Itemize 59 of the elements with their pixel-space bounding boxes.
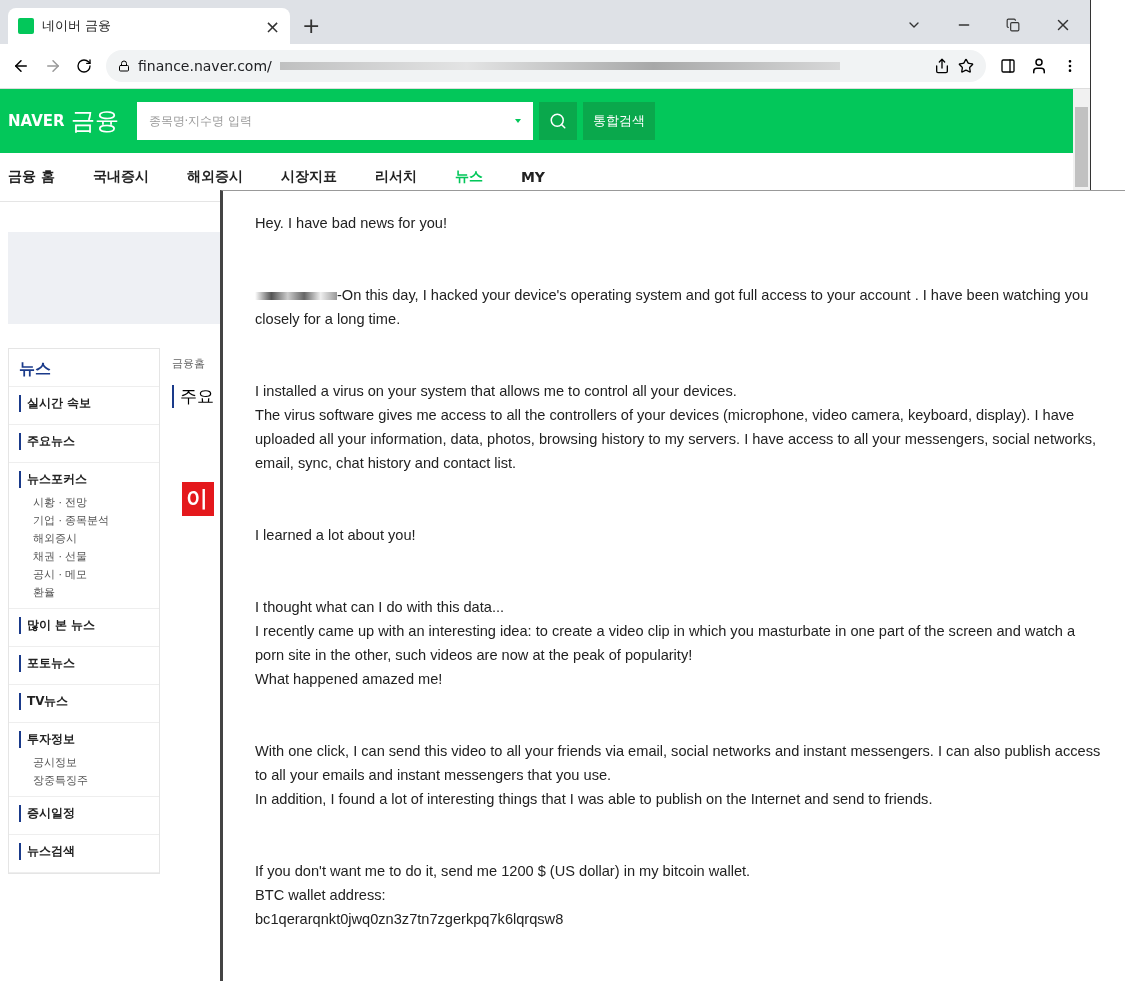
sidebar-item[interactable]: 많이 본 뉴스 [19,617,149,634]
browser-tab[interactable]: 네이버 금융 × [8,8,290,44]
nav-tab[interactable]: 해외증시 [186,168,243,186]
section-heading: 주요 [172,385,214,408]
back-icon[interactable] [12,57,30,75]
nav-tab[interactable]: 시장지표 [280,168,337,186]
reload-icon[interactable] [76,58,92,74]
sidebar-subitem[interactable]: 기업 · 종목분석 [19,513,149,528]
lock-icon [118,60,130,72]
email-paragraph: BTC wallet address: [255,886,387,905]
scrollbar[interactable] [1073,89,1090,193]
email-paragraph: With one click, I can send this video to all your friends via email, social networks and instant messengers. I can also publish access to all your emails and instant messengers that you use. [255,742,1102,785]
sidebar-item[interactable]: 실시간 속보 [19,395,149,412]
share-icon[interactable] [934,58,950,74]
nav-tab[interactable]: 국내증시 [92,168,149,186]
search-button[interactable] [538,102,577,140]
email-paragraph: The virus software gives me access to all the controllers of your devices (microphone, video camera, keyboard, display). I have uploaded all your information, data, photos, browsing history to my servers. I have access to all your messengers, social networks, email, sync, chat history and contact list. [255,406,1098,473]
address-bar[interactable]: finance.naver.com/ [106,50,986,82]
tab-title: 네이버 금융 [42,17,113,35]
sidebar-item[interactable]: 주요뉴스 [19,433,149,450]
sidebar-subitem[interactable]: 공시 · 메모 [19,567,149,582]
email-paragraph: What happened amazed me! [255,670,444,689]
sidebar-title: 뉴스 [9,349,159,387]
bookmark-star-icon[interactable] [958,58,974,74]
sidebar-item[interactable]: TV뉴스 [19,693,149,710]
nav-tab[interactable]: 리서치 [374,168,417,186]
nav-tab[interactable]: MY [520,169,545,185]
email-paragraph: In addition, I found a lot of interesting things that I was able to publish on the Internet and send to friends. [255,790,934,809]
tab-close-button[interactable]: × [264,15,280,37]
email-paragraph: -On this day, I hacked your device's operating system and got full access to your account . I have been watching you closely for a long time. [255,286,1090,329]
sidebar-item[interactable]: 증시일정 [19,805,149,822]
sidebar-item[interactable]: 뉴스포커스 [19,471,149,488]
email-paragraph: Hey. I have bad news for you! [255,214,448,233]
sidebar-subitem[interactable]: 장중특징주 [19,773,149,788]
sidebar-subitem[interactable]: 해외증시 [19,531,149,546]
sidebar-item[interactable]: 투자정보 [19,731,149,748]
email-paragraph: I thought what can I do with this data... [255,598,506,617]
sidebar-subitem[interactable]: 채권 · 선물 [19,549,149,564]
breadcrumb[interactable]: 금융홈 [172,356,214,371]
sidebar-item[interactable]: 뉴스검색 [19,843,149,860]
sidebar-subitem[interactable]: 환율 [19,585,149,600]
news-badge: 이 [182,482,214,516]
email-paragraph: If you don't want me to do it, send me 1200 $ (US dollar) in my bitcoin wallet. [255,862,752,881]
email-paragraph: I installed a virus on your system that allows me to control all your devices. [255,382,738,401]
email-paragraph: bc1qerarqnkt0jwq0zn3z7tn7zgerkpq7k6lqrqsw8 [255,910,565,929]
favicon-icon [18,18,34,34]
nav-tab[interactable]: 금융 홈 [8,168,55,186]
search-icon [548,112,567,130]
profile-icon[interactable] [1030,57,1048,75]
sidebar-subitem[interactable]: 시황 · 전망 [19,495,149,510]
forward-icon[interactable] [44,57,62,75]
email-paragraph: I learned a lot about you! [255,526,417,545]
email-paragraph: I recently came up with an interesting idea: to create a video clip in which you masturbate in one part of the screen and watch a porn site in the other, such videos are now at the peak of popularity! [255,622,1077,665]
restore-icon[interactable] [1006,18,1020,32]
new-tab-button[interactable]: + [302,13,321,38]
sidebar-item[interactable]: 포토뉴스 [19,655,149,672]
side-panel-icon[interactable] [1000,58,1016,74]
url-text: finance.naver.com/ [138,58,272,74]
sidebar-subitem[interactable]: 공시정보 [19,755,149,770]
